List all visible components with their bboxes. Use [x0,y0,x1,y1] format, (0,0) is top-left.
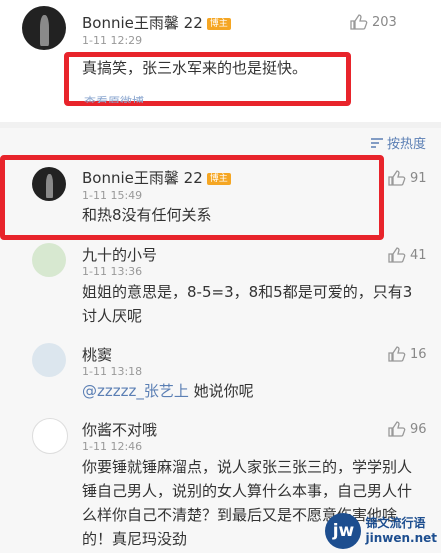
top-comment-avatar[interactable] [22,6,66,50]
like-count: 41 [410,247,427,263]
comment-author[interactable]: 桃窦 [82,344,112,365]
top-comment-like-button[interactable]: 203 [350,14,397,30]
comment-time: 1-11 13:36 [82,265,143,278]
comment-avatar[interactable] [32,418,68,454]
comment-time: 1-11 15:49 [82,189,143,202]
thumb-up-icon [388,346,406,362]
sort-label: 按热度 [387,137,427,152]
mention-link[interactable]: @zzzzz_张艺上 [82,382,189,400]
like-count: 16 [410,346,427,362]
thumb-up-icon [388,170,406,186]
thumb-up-icon [388,247,406,263]
author-name[interactable]: Bonnie王雨馨 22 [82,169,203,187]
comment-like-button[interactable]: 91 [388,170,427,186]
comment-like-button[interactable]: 41 [388,247,427,263]
author-badge: 博主 [206,172,231,185]
watermark-line2: jinwen.net [365,531,437,545]
comment-text: 姐姐的意思是，8-5=3，8和5都是可爱的，只有3讨人厌呢 [82,283,413,325]
site-watermark: jw 锦文流行语 jinwen.net [325,513,437,549]
comment-avatar[interactable] [32,167,66,201]
comment-text: 和热8没有任何关系 [82,206,212,224]
watermark-line1: 锦文流行语 [365,516,426,530]
like-count: 203 [372,14,397,30]
comment-body: 她说你呢 [188,382,254,400]
comment-author[interactable]: 九十的小号 [82,244,157,265]
comment-time: 1-11 13:18 [82,365,143,378]
comment-like-button[interactable]: 16 [388,346,427,362]
comment-author[interactable]: 你酱不对哦 [82,419,157,440]
watermark-logo: jw [325,513,362,549]
top-comment-author[interactable]: Bonnie王雨馨 22 博主 [82,12,231,33]
comment-text: @zzzzz_张艺上 她说你呢 [82,379,254,403]
thumb-up-icon [388,421,406,437]
author-name[interactable]: Bonnie王雨馨 22 [82,14,203,32]
thumb-up-icon [350,14,368,30]
comment-avatar[interactable] [32,243,66,277]
sort-by-heat-button[interactable]: 按热度 [370,133,426,152]
author-badge: 博主 [206,17,231,30]
top-comment-time: 1-11 12:29 [82,34,143,47]
comment-author[interactable]: Bonnie王雨馨 22 博主 [82,167,231,188]
sort-icon [371,137,383,148]
comment-time: 1-11 12:46 [82,440,143,453]
comment-avatar[interactable] [32,343,66,377]
top-comment-text: 真搞笑，张三水军来的也是挺快。 [82,59,308,77]
comment-like-button[interactable]: 96 [388,421,427,437]
view-original-link[interactable]: 查看原微博 [84,93,144,103]
like-count: 91 [410,170,427,186]
like-count: 96 [410,421,427,437]
